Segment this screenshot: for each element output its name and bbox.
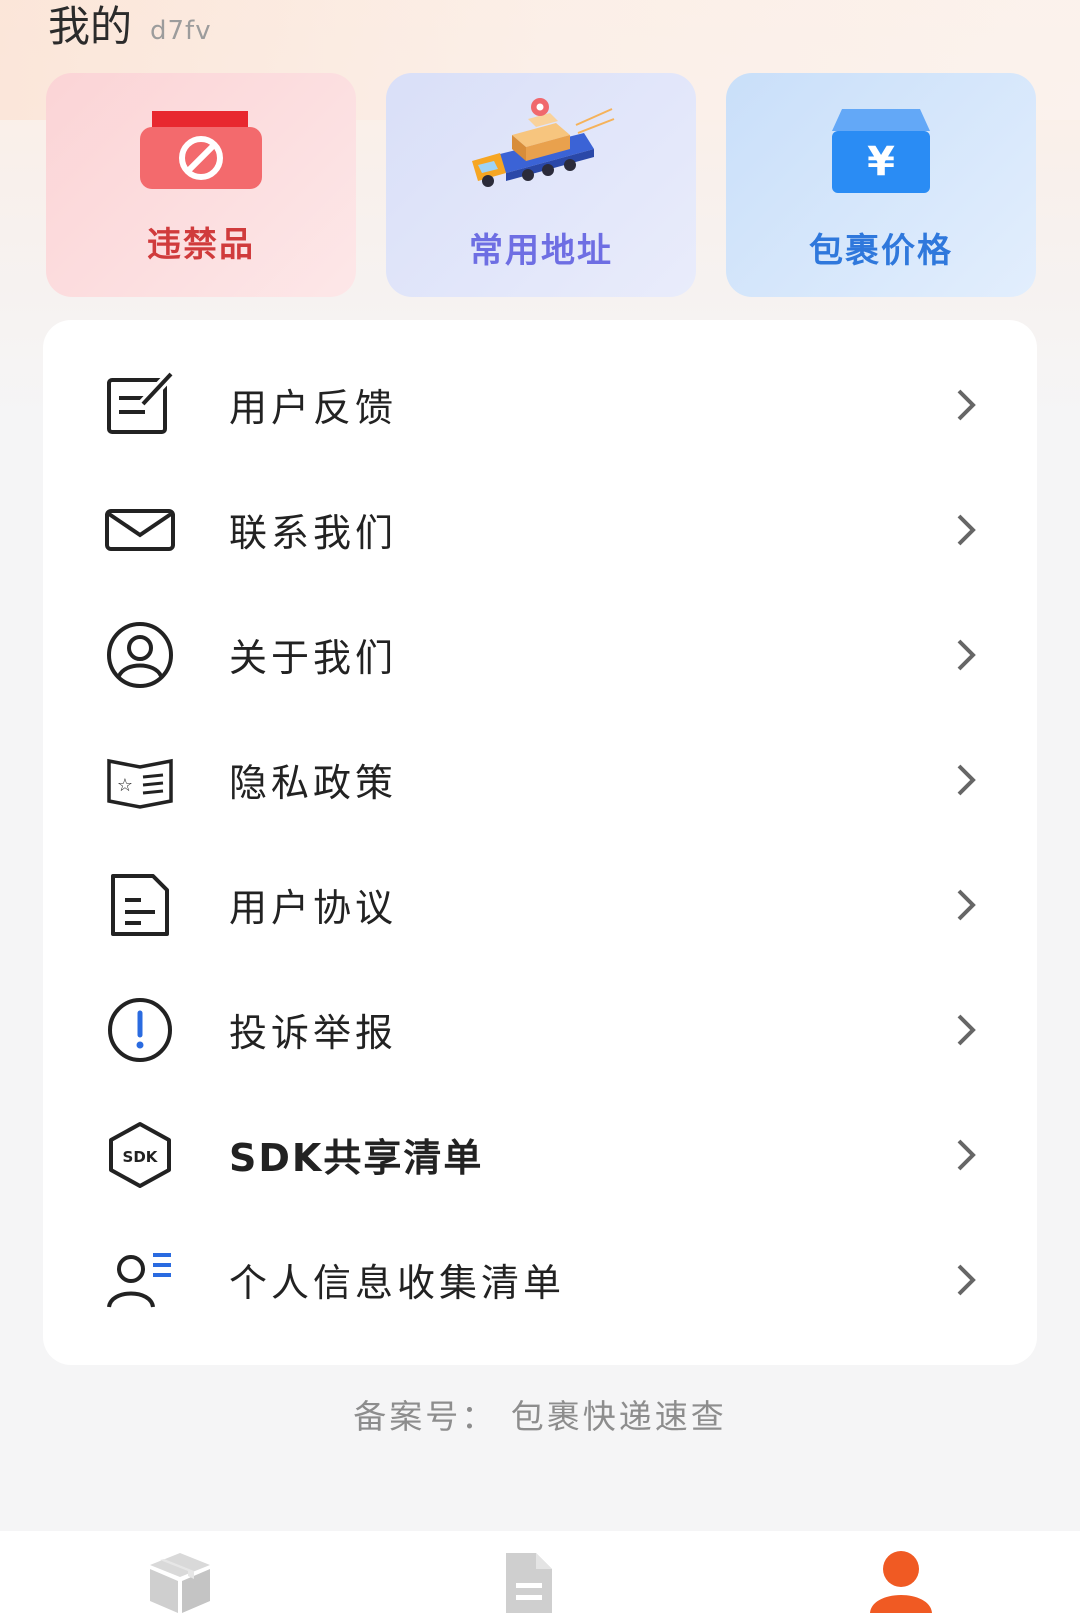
chevron-right-icon bbox=[951, 1010, 981, 1050]
chevron-right-icon bbox=[951, 635, 981, 675]
package-price-card[interactable]: ¥ 包裹价格 bbox=[726, 73, 1036, 297]
chevron-right-icon bbox=[951, 760, 981, 800]
yuan-box-icon: ¥ bbox=[828, 101, 934, 201]
svg-text:SDK: SDK bbox=[123, 1148, 159, 1166]
page-title: 我的 bbox=[48, 2, 133, 51]
prohibited-items-card[interactable]: 违禁品 bbox=[46, 73, 356, 297]
menu-item-personal-info[interactable]: 个人信息收集清单 bbox=[43, 1217, 1037, 1342]
chevron-right-icon bbox=[951, 1260, 981, 1300]
menu-item-privacy[interactable]: ☆ 隐私政策 bbox=[43, 717, 1037, 842]
privacy-book-icon: ☆ bbox=[105, 745, 175, 815]
document-icon bbox=[498, 1553, 558, 1613]
person-icon bbox=[866, 1551, 936, 1613]
menu-item-label: 投诉举报 bbox=[229, 1011, 398, 1055]
menu-item-label: 隐私政策 bbox=[229, 761, 398, 805]
quick-cards: 违禁品 常用地址 ¥ 包裹价格 bbox=[46, 73, 1036, 297]
tab-orders[interactable] bbox=[498, 1547, 578, 1613]
menu-item-label: 关于我们 bbox=[229, 636, 398, 680]
menu-item-agreement[interactable]: 用户协议 bbox=[43, 842, 1037, 967]
menu-item-sdk-list[interactable]: SDK SDK共享清单 bbox=[43, 1092, 1037, 1217]
user-circle-icon bbox=[105, 620, 175, 690]
menu-item-label: SDK共享清单 bbox=[229, 1136, 484, 1180]
tab-packages[interactable] bbox=[140, 1547, 220, 1613]
settings-menu: 用户反馈 联系我们 关于我们 ☆ 隐私政策 用户协议 投诉举报 SDK SDK共… bbox=[43, 320, 1037, 1365]
menu-item-label: 个人信息收集清单 bbox=[229, 1261, 566, 1305]
user-list-icon bbox=[105, 1245, 175, 1315]
menu-item-label: 用户反馈 bbox=[229, 386, 398, 430]
card-label: 常用地址 bbox=[469, 231, 613, 271]
menu-item-label: 用户协议 bbox=[229, 886, 398, 930]
mail-icon bbox=[105, 495, 175, 565]
menu-item-contact[interactable]: 联系我们 bbox=[43, 467, 1037, 592]
svg-text:¥: ¥ bbox=[867, 139, 895, 185]
chevron-right-icon bbox=[951, 885, 981, 925]
chevron-right-icon bbox=[951, 385, 981, 425]
sdk-icon: SDK bbox=[105, 1120, 175, 1190]
feedback-edit-icon bbox=[105, 370, 175, 440]
svg-text:☆: ☆ bbox=[117, 775, 133, 796]
menu-item-complaint[interactable]: 投诉举报 bbox=[43, 967, 1037, 1092]
page-subtitle: d7fv bbox=[150, 16, 212, 46]
card-label: 包裹价格 bbox=[809, 231, 953, 271]
alert-circle-icon bbox=[105, 995, 175, 1065]
document-icon bbox=[105, 870, 175, 940]
bottom-tab-bar bbox=[0, 1531, 1080, 1613]
card-label: 违禁品 bbox=[147, 225, 255, 265]
prohibited-box-icon bbox=[138, 101, 264, 197]
page-header: 我的 d7fv bbox=[48, 0, 212, 50]
delivery-truck-icon bbox=[466, 95, 616, 199]
package-icon bbox=[140, 1553, 220, 1613]
menu-item-feedback[interactable]: 用户反馈 bbox=[43, 342, 1037, 467]
menu-item-label: 联系我们 bbox=[229, 511, 398, 555]
menu-item-about[interactable]: 关于我们 bbox=[43, 592, 1037, 717]
filing-number: 备案号： 包裹快递速查 bbox=[353, 1397, 727, 1436]
tab-profile[interactable] bbox=[866, 1547, 946, 1613]
common-address-card[interactable]: 常用地址 bbox=[386, 73, 696, 297]
chevron-right-icon bbox=[951, 510, 981, 550]
chevron-right-icon bbox=[951, 1135, 981, 1175]
